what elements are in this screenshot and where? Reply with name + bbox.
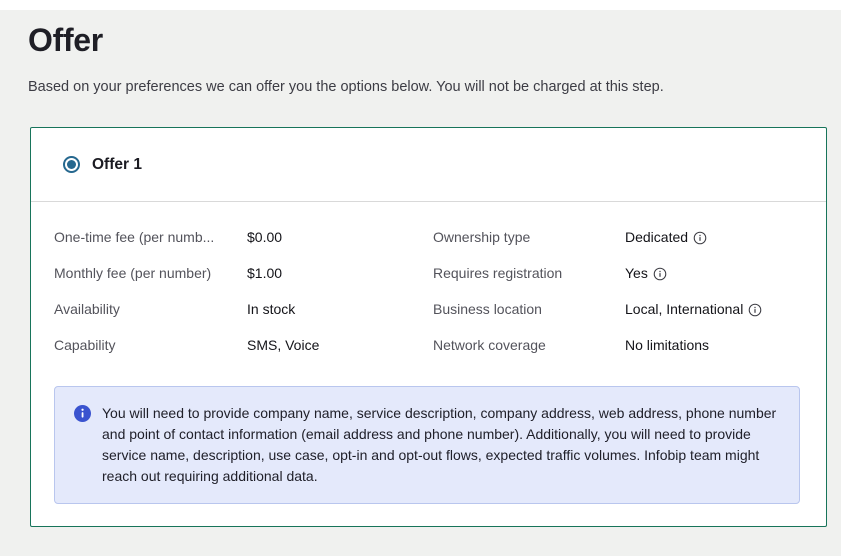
detail-value-text: Dedicated	[625, 229, 688, 245]
offer-page: Offer Based on your preferences we can o…	[0, 10, 841, 527]
detail-value-one-time-fee: $0.00	[247, 229, 433, 245]
top-white-strip	[0, 0, 841, 10]
info-outline-icon[interactable]	[693, 231, 707, 245]
detail-label-one-time-fee: One-time fee (per numb...	[54, 229, 247, 245]
detail-label-availability: Availability	[54, 301, 247, 317]
detail-label-network-coverage: Network coverage	[433, 337, 625, 353]
detail-row: One-time fee (per numb... $0.00 Ownershi…	[54, 219, 800, 255]
detail-row: Availability In stock Business location …	[54, 291, 800, 327]
detail-value-business-location: Local, International	[625, 301, 800, 317]
detail-value-text: Local, International	[625, 301, 743, 317]
info-outline-icon[interactable]	[748, 303, 762, 317]
detail-label-monthly-fee: Monthly fee (per number)	[54, 265, 247, 281]
detail-value-text: Yes	[625, 265, 648, 281]
offer-card: Offer 1 One-time fee (per numb... $0.00 …	[30, 127, 827, 527]
detail-row: Monthly fee (per number) $1.00 Requires …	[54, 255, 800, 291]
detail-value-availability: In stock	[247, 301, 433, 317]
offer-details: One-time fee (per numb... $0.00 Ownershi…	[31, 202, 826, 363]
detail-value-monthly-fee: $1.00	[247, 265, 433, 281]
detail-row: Capability SMS, Voice Network coverage N…	[54, 327, 800, 363]
page-title: Offer	[28, 22, 827, 59]
detail-value-ownership-type: Dedicated	[625, 229, 800, 245]
detail-value-capability: SMS, Voice	[247, 337, 433, 353]
info-outline-icon[interactable]	[653, 267, 667, 281]
page-subtitle: Based on your preferences we can offer y…	[28, 79, 827, 95]
requirements-note: You will need to provide company name, s…	[54, 386, 800, 504]
detail-label-capability: Capability	[54, 337, 247, 353]
detail-value-requires-registration: Yes	[625, 265, 800, 281]
detail-value-network-coverage: No limitations	[625, 337, 800, 353]
offer-option[interactable]: Offer 1	[31, 128, 826, 202]
detail-label-business-location: Business location	[433, 301, 625, 317]
offer-title: Offer 1	[92, 156, 142, 174]
note-text: You will need to provide company name, s…	[102, 403, 779, 487]
detail-label-requires-registration: Requires registration	[433, 265, 625, 281]
info-filled-icon	[74, 405, 91, 487]
detail-label-ownership-type: Ownership type	[433, 229, 625, 245]
radio-selected-icon[interactable]	[63, 156, 80, 173]
